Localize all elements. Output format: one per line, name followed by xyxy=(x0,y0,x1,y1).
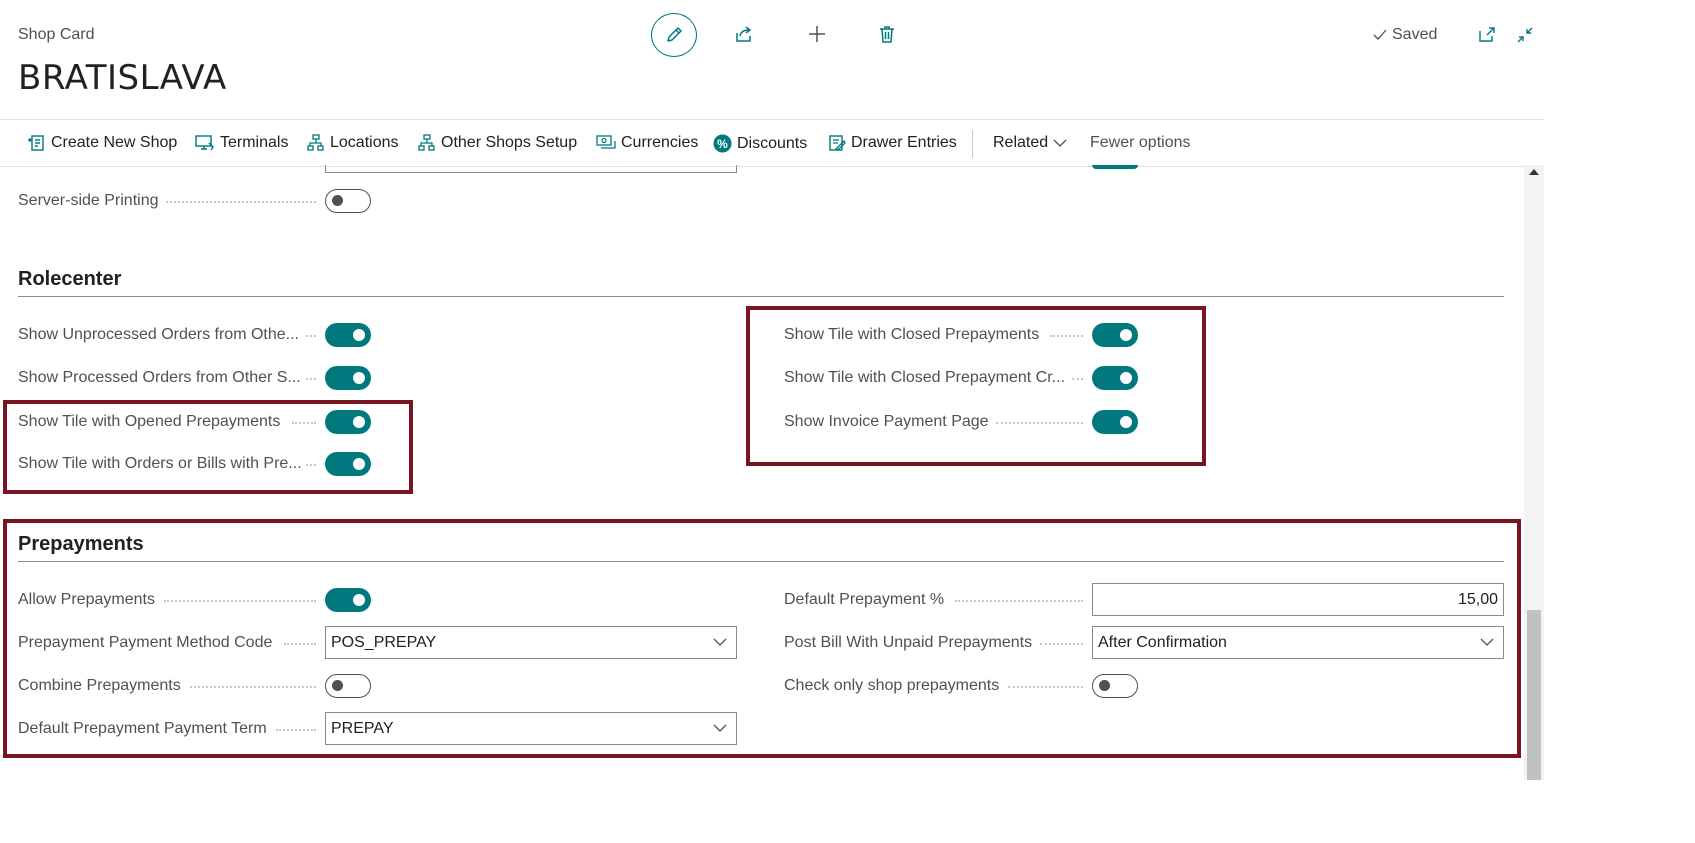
chevron-down-icon xyxy=(1053,139,1067,147)
dot-leader xyxy=(166,201,316,203)
entries-icon xyxy=(829,135,846,151)
collapse-button[interactable] xyxy=(1514,24,1536,46)
related-label: Related xyxy=(993,134,1049,151)
highlight-box-prepayments-section xyxy=(3,519,1521,758)
fewer-options-button[interactable]: Fewer options xyxy=(1090,134,1191,152)
action-create-new-shop[interactable]: Create New Shop xyxy=(28,134,177,152)
action-terminals[interactable]: Terminals xyxy=(195,134,288,152)
section-rolecenter-title: Rolecenter xyxy=(18,268,122,290)
hierarchy-icon xyxy=(418,134,435,151)
unprocessed-orders-toggle[interactable] xyxy=(325,323,371,347)
server-printing-label: Server-side Printing xyxy=(18,192,159,209)
dot-leader xyxy=(306,378,316,380)
pencil-icon xyxy=(667,27,682,42)
share-icon xyxy=(736,26,752,42)
server-printing-toggle[interactable] xyxy=(325,189,371,213)
related-menu[interactable]: Related xyxy=(993,134,1067,152)
scroll-up-arrow-icon[interactable] xyxy=(1529,169,1539,175)
page-title: BRATISLAVA xyxy=(18,58,227,98)
currency-icon xyxy=(596,135,616,149)
action-drawer-entries[interactable]: Drawer Entries xyxy=(828,134,957,152)
saved-status: Saved xyxy=(1372,26,1437,44)
plus-icon xyxy=(809,26,825,42)
processed-orders-toggle[interactable] xyxy=(325,366,371,390)
clipped-input xyxy=(325,165,737,173)
edit-button[interactable] xyxy=(651,13,697,57)
share-button[interactable] xyxy=(732,22,756,46)
create-document-icon xyxy=(28,135,44,151)
svg-text:%: % xyxy=(717,137,728,151)
page-caption: Shop Card xyxy=(18,26,95,43)
vertical-scrollbar[interactable] xyxy=(1524,165,1544,780)
clipped-toggle xyxy=(1092,165,1138,169)
open-in-new-window-icon xyxy=(1479,27,1495,42)
highlight-box-closed-prepayments xyxy=(746,306,1206,466)
section-divider xyxy=(18,296,1504,297)
open-new-window-button[interactable] xyxy=(1476,24,1498,46)
action-locations[interactable]: Locations xyxy=(307,134,399,152)
hierarchy-icon xyxy=(307,134,324,151)
highlight-box-opened-prepayments xyxy=(3,400,413,494)
action-discounts[interactable]: % Discounts xyxy=(713,134,807,153)
new-button[interactable] xyxy=(805,22,829,46)
action-label: Drawer Entries xyxy=(851,134,957,151)
saved-label: Saved xyxy=(1392,26,1438,43)
action-currencies[interactable]: Currencies xyxy=(596,134,698,152)
action-label: Discounts xyxy=(737,134,808,152)
action-separator xyxy=(972,130,973,158)
action-label: Locations xyxy=(330,134,399,151)
action-label: Other Shops Setup xyxy=(441,134,578,151)
action-label: Create New Shop xyxy=(51,134,178,151)
checkmark-icon xyxy=(1373,29,1387,40)
delete-button[interactable] xyxy=(875,22,899,46)
action-bar: Create New Shop Terminals Locations Othe… xyxy=(0,119,1544,167)
trash-icon xyxy=(880,26,894,43)
percent-icon: % xyxy=(713,134,732,153)
action-label: Currencies xyxy=(621,134,699,151)
scrollbar-thumb[interactable] xyxy=(1527,610,1541,780)
collapse-icon xyxy=(1517,27,1533,43)
action-label: Terminals xyxy=(220,134,289,151)
field-unprocessed-orders-label: Show Unprocessed Orders from Othe... xyxy=(18,326,299,343)
field-processed-orders-label: Show Processed Orders from Other S... xyxy=(18,369,301,386)
action-other-shops-setup[interactable]: Other Shops Setup xyxy=(418,134,577,152)
terminal-icon xyxy=(195,135,214,151)
dot-leader xyxy=(306,335,316,337)
